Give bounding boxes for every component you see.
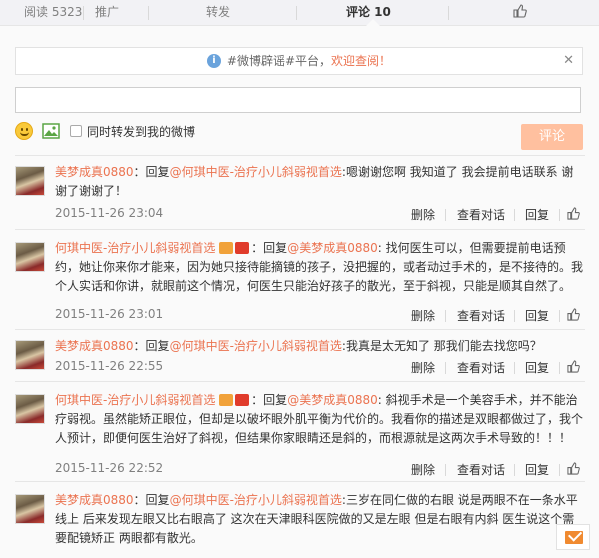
like-button[interactable] xyxy=(513,0,527,26)
avatar[interactable] xyxy=(15,340,45,370)
delete-link[interactable]: 删除 xyxy=(411,307,435,324)
also-repost-checkbox[interactable] xyxy=(70,125,82,137)
info-icon: i xyxy=(206,53,221,68)
thumbs-up-icon xyxy=(513,4,527,18)
delete-link[interactable]: 删除 xyxy=(411,359,435,376)
comment-author[interactable]: 美梦成真0880 xyxy=(55,165,134,179)
avatar[interactable] xyxy=(15,494,45,524)
close-icon[interactable]: ✕ xyxy=(563,48,574,74)
avatar[interactable] xyxy=(15,242,45,272)
reply-link[interactable]: 回复 xyxy=(525,359,549,376)
comment-text: 美梦成真0880：回复@何琪中医-治疗小儿斜弱视首选:我真是太无知了 那我们能去… xyxy=(55,337,585,356)
comment-text: 美梦成真0880：回复@何琪中医-治疗小儿斜弱视首选:嗯谢谢您啊 我知道了 我会… xyxy=(55,163,585,201)
comment-meta: 2015-11-26 22:52 删除 查看对话 回复 xyxy=(55,461,585,479)
mention-link[interactable]: @美梦成真0880 xyxy=(287,393,378,407)
comment-text: 美梦成真0880：回复@何琪中医-治疗小儿斜弱视首选:三岁在同仁做的右眼 说是两… xyxy=(55,491,585,548)
submit-comment-button[interactable]: 评论 xyxy=(521,124,583,150)
image-icon[interactable] xyxy=(42,123,60,139)
rumor-notice-banner: i #微博辟谣#平台，欢迎查阅！ ✕ xyxy=(15,47,583,75)
divider xyxy=(148,6,149,20)
comment-item: 何琪中医-治疗小儿斜弱视首选 ：回复@美梦成真0880: 找何医生可以，但需要提… xyxy=(15,229,585,329)
mention-link[interactable]: @何琪中医-治疗小儿斜弱视首选 xyxy=(170,339,342,353)
comment-item: 何琪中医-治疗小儿斜弱视首选 ：回复@美梦成真0880: 斜视手术是一个美容手术… xyxy=(15,381,585,481)
reply-prefix: ：回复 xyxy=(133,339,170,353)
avatar[interactable] xyxy=(15,166,45,196)
delete-link[interactable]: 删除 xyxy=(411,461,435,478)
comment-time: 2015-11-26 23:01 xyxy=(55,307,164,321)
reply-prefix: ：回复 xyxy=(133,165,170,179)
divider xyxy=(296,6,297,20)
comment-author[interactable]: 美梦成真0880 xyxy=(55,339,134,353)
comment-input[interactable] xyxy=(15,87,581,113)
reply-link[interactable]: 回复 xyxy=(525,206,549,223)
comment-panel: i #微博辟谣#平台，欢迎查阅！ ✕ 同时转发到我的微博 评论 美梦成真0880：… xyxy=(0,26,599,558)
view-conversation-link[interactable]: 查看对话 xyxy=(457,359,505,376)
comment-author[interactable]: 何琪中医-治疗小儿斜弱视首选 xyxy=(55,393,215,407)
red-envelope-badge-icon xyxy=(235,393,250,406)
thumbs-up-icon[interactable] xyxy=(567,462,580,478)
notice-text: #微博辟谣#平台， xyxy=(226,54,332,68)
view-conversation-link[interactable]: 查看对话 xyxy=(457,461,505,478)
comment-item: 美梦成真0880：回复@何琪中医-治疗小儿斜弱视首选:我真是太无知了 那我们能去… xyxy=(15,329,585,381)
envelope-icon xyxy=(565,531,583,544)
read-count: 阅读 5323 xyxy=(24,5,83,19)
reply-link[interactable]: 回复 xyxy=(525,461,549,478)
notice-link[interactable]: 欢迎查阅！ xyxy=(331,54,391,68)
reply-prefix: ：回复 xyxy=(133,493,170,507)
delete-link[interactable]: 删除 xyxy=(411,206,435,223)
comment-time: 2015-11-26 23:04 xyxy=(55,206,164,220)
reply-link[interactable]: 回复 xyxy=(525,307,549,324)
repost-tab[interactable]: 转发 xyxy=(206,0,230,26)
comment-author[interactable]: 美梦成真0880 xyxy=(55,493,134,507)
thumbs-up-icon[interactable] xyxy=(567,207,580,223)
verified-badge-icon xyxy=(219,393,234,406)
also-repost-label: 同时转发到我的微博 xyxy=(87,125,196,139)
divider xyxy=(83,6,84,20)
emoji-icon[interactable] xyxy=(15,122,33,140)
comment-meta: 2015-11-26 23:01 删除 查看对话 回复 xyxy=(55,307,585,325)
thumbs-up-icon[interactable] xyxy=(567,360,580,376)
comment-time: 2015-11-26 22:52 xyxy=(55,461,164,475)
divider xyxy=(448,6,449,20)
active-tab-indicator xyxy=(366,19,380,26)
reply-prefix: ：回复 xyxy=(251,241,288,255)
view-conversation-link[interactable]: 查看对话 xyxy=(457,206,505,223)
comment-item: 美梦成真0880：回复@何琪中医-治疗小儿斜弱视首选:三岁在同仁做的右眼 说是两… xyxy=(15,481,585,558)
comment-time: 2015-11-26 22:55 xyxy=(55,359,164,373)
thumbs-up-icon[interactable] xyxy=(567,308,580,324)
comment-meta: 2015-11-26 23:04 删除 查看对话 回复 xyxy=(55,206,585,224)
comment-text: 何琪中医-治疗小儿斜弱视首选 ：回复@美梦成真0880: 找何医生可以，但需要提… xyxy=(55,239,585,296)
comment-text: 何琪中医-治疗小儿斜弱视首选 ：回复@美梦成真0880: 斜视手术是一个美容手术… xyxy=(55,391,585,448)
reply-prefix: ：回复 xyxy=(251,393,288,407)
comment-author[interactable]: 何琪中医-治疗小儿斜弱视首选 xyxy=(55,241,215,255)
avatar[interactable] xyxy=(15,394,45,424)
red-envelope-badge-icon xyxy=(235,241,250,254)
message-float-button[interactable] xyxy=(556,524,590,550)
mention-link[interactable]: @何琪中医-治疗小儿斜弱视首选 xyxy=(170,165,342,179)
comment-item: 美梦成真0880：回复@何琪中医-治疗小儿斜弱视首选:嗯谢谢您啊 我知道了 我会… xyxy=(15,155,585,229)
mention-link[interactable]: @美梦成真0880 xyxy=(287,241,378,255)
verified-badge-icon xyxy=(219,241,234,254)
promote-button[interactable]: 推广 xyxy=(95,0,119,26)
view-conversation-link[interactable]: 查看对话 xyxy=(457,307,505,324)
comment-content: :我真是太无知了 那我们能去找您吗？ xyxy=(341,339,542,353)
feed-action-bar: 阅读 5323 推广 转发 评论 10 xyxy=(0,0,599,26)
comment-meta: 2015-11-26 22:55 删除 查看对话 回复 xyxy=(55,359,585,377)
mention-link[interactable]: @何琪中医-治疗小儿斜弱视首选 xyxy=(170,493,342,507)
